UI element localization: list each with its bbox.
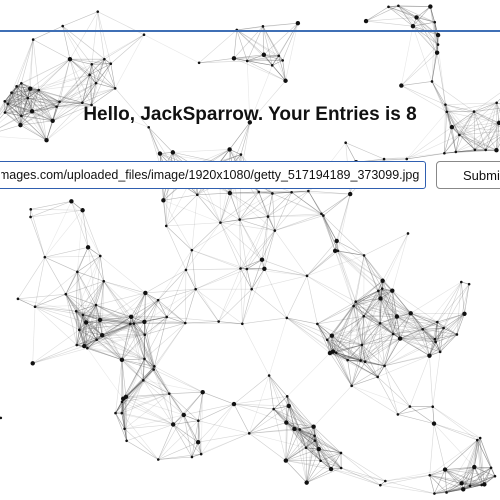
frame-top-border <box>0 30 500 32</box>
network-mesh-background <box>0 4 500 495</box>
image-url-input[interactable] <box>0 161 426 189</box>
submit-button[interactable]: Submit <box>436 161 500 189</box>
greeting-heading: Hello, JackSparrow. Your Entries is 8 <box>83 104 417 125</box>
form-row: Submit <box>0 150 500 200</box>
network-links <box>0 5 500 494</box>
